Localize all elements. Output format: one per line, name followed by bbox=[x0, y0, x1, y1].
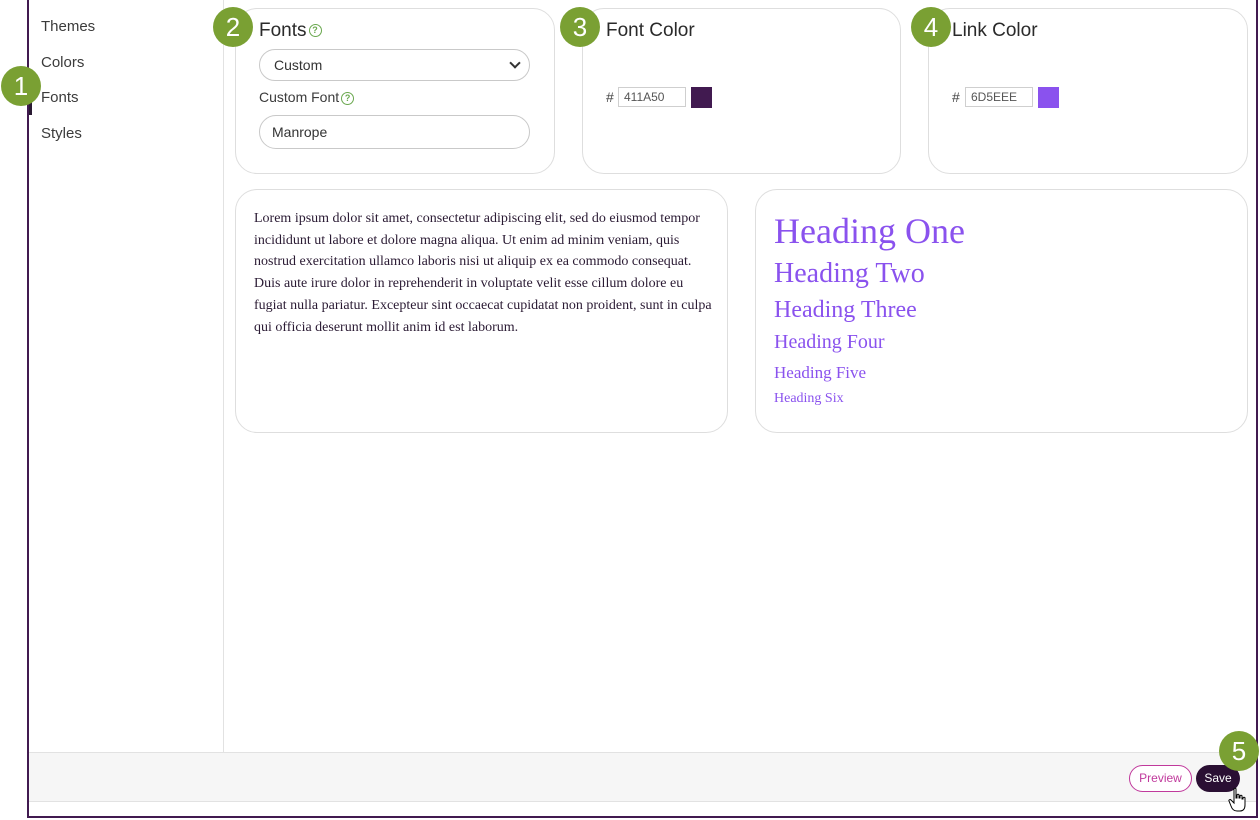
sidebar-item-colors[interactable]: Colors bbox=[41, 54, 84, 71]
preview-heading-one: Heading One bbox=[774, 211, 965, 251]
footer-bar: Preview Save bbox=[29, 752, 1256, 802]
font-color-card: Font Color # 411A50 bbox=[582, 8, 901, 174]
fonts-card-title: Fonts? bbox=[259, 20, 322, 42]
preview-button[interactable]: Preview bbox=[1129, 765, 1192, 792]
sidebar-item-themes[interactable]: Themes bbox=[41, 18, 95, 35]
body-text-preview: Lorem ipsum dolor sit amet, consectetur … bbox=[235, 189, 728, 433]
font-color-hex-input[interactable]: 411A50 bbox=[618, 87, 686, 107]
fonts-title-text: Fonts bbox=[259, 20, 307, 41]
help-icon[interactable]: ? bbox=[341, 91, 355, 105]
preview-body-text: Lorem ipsum dolor sit amet, consectetur … bbox=[254, 211, 712, 335]
custom-font-input[interactable]: Manrope bbox=[259, 115, 530, 149]
hand-cursor-icon bbox=[1228, 787, 1246, 812]
sidebar: Themes Colors Fonts Styles bbox=[29, 0, 224, 752]
step-badge-5: 5 bbox=[1219, 731, 1259, 771]
font-family-select-value: Custom bbox=[274, 57, 323, 73]
step-badge-3: 3 bbox=[560, 7, 600, 47]
preview-heading-two: Heading Two bbox=[774, 258, 925, 289]
step-badge-2: 2 bbox=[213, 7, 253, 47]
custom-font-label: Custom Font? bbox=[259, 89, 355, 105]
sidebar-item-fonts[interactable]: Fonts bbox=[41, 89, 79, 106]
app-frame: Themes Colors Fonts Styles Fonts? Custom… bbox=[27, 0, 1258, 818]
step-badge-4: 4 bbox=[911, 7, 951, 47]
headings-preview: Heading One Heading Two Heading Three He… bbox=[755, 189, 1248, 433]
help-icon[interactable]: ? bbox=[308, 24, 322, 38]
font-color-card-title: Font Color bbox=[606, 20, 695, 41]
fonts-card: Fonts? Custom Custom Font? Manrope bbox=[235, 8, 555, 174]
custom-font-label-text: Custom Font bbox=[259, 89, 340, 105]
step-badge-1: 1 bbox=[1, 66, 41, 106]
hash-symbol: # bbox=[952, 89, 960, 105]
link-color-swatch[interactable] bbox=[1038, 87, 1059, 108]
preview-heading-five: Heading Five bbox=[774, 363, 867, 382]
sidebar-item-styles[interactable]: Styles bbox=[41, 125, 82, 142]
link-color-card: Link Color # 6D5EEE bbox=[928, 8, 1248, 174]
preview-heading-three: Heading Three bbox=[774, 297, 917, 323]
hash-symbol: # bbox=[606, 89, 614, 105]
preview-heading-six: Heading Six bbox=[774, 391, 844, 406]
link-color-card-title: Link Color bbox=[952, 20, 1038, 41]
font-color-swatch[interactable] bbox=[691, 87, 712, 108]
chevron-down-icon bbox=[509, 57, 521, 69]
link-color-hex-input[interactable]: 6D5EEE bbox=[965, 87, 1033, 107]
font-family-select[interactable]: Custom bbox=[259, 49, 530, 81]
preview-heading-four: Heading Four bbox=[774, 331, 885, 353]
